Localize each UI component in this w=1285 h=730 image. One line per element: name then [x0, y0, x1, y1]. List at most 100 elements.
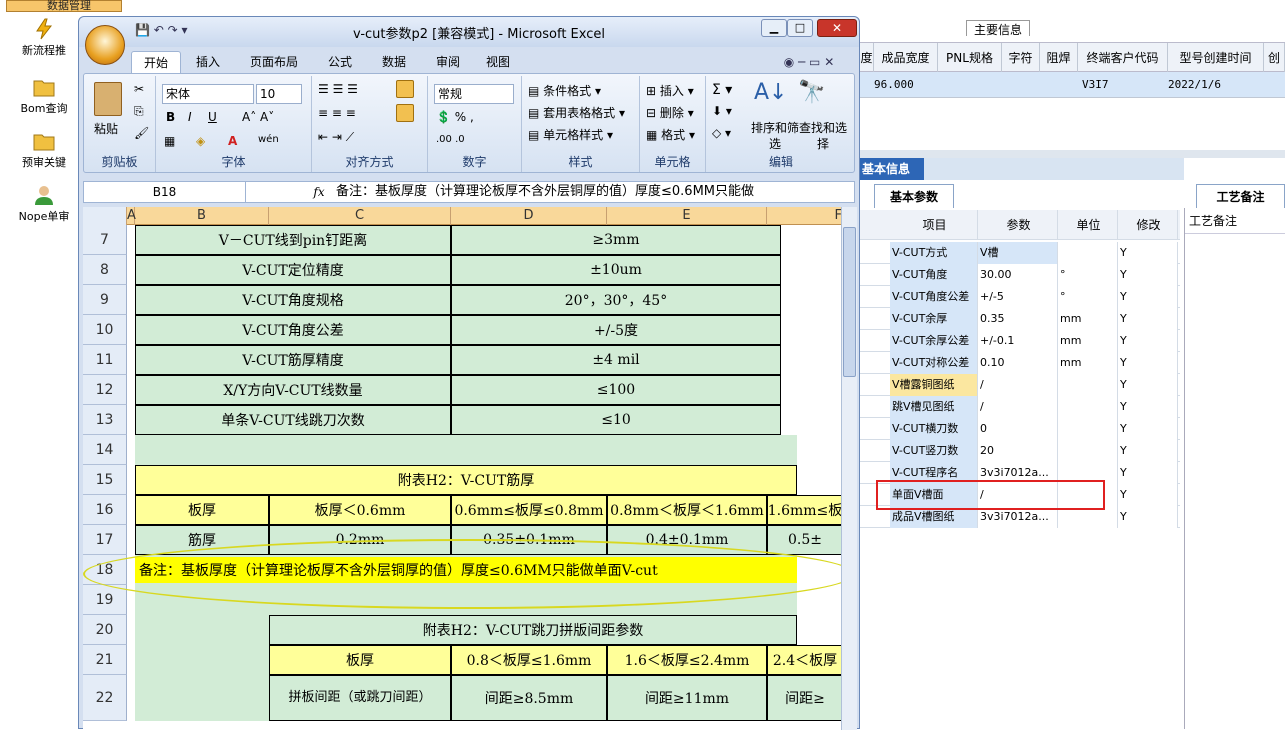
- param-value-cell[interactable]: +/-5度: [451, 315, 781, 345]
- column-header-f[interactable]: F: [767, 207, 841, 225]
- format-button[interactable]: ▦ 格式 ▾: [646, 126, 695, 143]
- cell-style-button[interactable]: ▤ 单元格样式 ▾: [528, 126, 613, 143]
- column-header[interactable]: 度: [860, 43, 874, 73]
- row-header[interactable]: 21: [83, 645, 127, 675]
- table-header-cell[interactable]: 0.8mm＜板厚＜1.6mm: [607, 495, 767, 525]
- table-title-cell[interactable]: 附表H2：V-CUT跳刀拼版间距参数: [269, 615, 797, 645]
- sort-filter-button[interactable]: 排序和筛选: [750, 120, 800, 152]
- row-header[interactable]: 9: [83, 285, 127, 315]
- param-label-cell[interactable]: V-CUT角度公差: [135, 315, 451, 345]
- param-label-cell[interactable]: V－CUT线到pin钉距离: [135, 225, 451, 255]
- wrap-text-icon[interactable]: [396, 80, 414, 98]
- font-color-icon[interactable]: A: [228, 134, 237, 148]
- param-value-cell[interactable]: ≤100: [451, 375, 781, 405]
- column-header-a[interactable]: A: [127, 207, 136, 225]
- panel-splitter[interactable]: [860, 150, 1285, 158]
- column-header[interactable]: 成品宽度: [874, 43, 938, 73]
- border-icon[interactable]: ▦: [164, 134, 175, 148]
- table-row[interactable]: 跳V槽见图纸 / Y: [860, 396, 1180, 418]
- table-row[interactable]: V-CUT方式 V槽 Y: [860, 242, 1180, 264]
- bold-icon[interactable]: B: [166, 110, 175, 124]
- clear-icon[interactable]: ◇ ▾: [712, 126, 731, 140]
- table-row[interactable]: V-CUT余厚 0.35 mm Y: [860, 308, 1180, 330]
- table-title-cell[interactable]: 附表H2：V-CUT筋厚: [135, 465, 797, 495]
- font-name-select[interactable]: 宋体: [162, 84, 254, 104]
- tab-review[interactable]: 审阅: [425, 51, 471, 73]
- percent-icon[interactable]: 💲 % ,: [436, 110, 474, 124]
- underline-icon[interactable]: U: [208, 110, 217, 124]
- main-info-row[interactable]: 96.000 V3I7 2022/1/6: [860, 72, 1285, 98]
- paste-icon[interactable]: [94, 82, 122, 116]
- tab-data[interactable]: 数据: [371, 51, 417, 73]
- column-header-d[interactable]: D: [451, 207, 607, 225]
- insert-function-icon[interactable]: fx: [304, 182, 334, 202]
- param-value-cell[interactable]: ≤10: [451, 405, 781, 435]
- scrollbar-thumb[interactable]: [843, 227, 856, 377]
- copy-icon[interactable]: ⎘: [134, 104, 144, 119]
- row-header[interactable]: 19: [83, 585, 127, 615]
- param-label-cell[interactable]: X/Y方向V-CUT线数量: [135, 375, 451, 405]
- tab-home[interactable]: 开始: [131, 51, 181, 73]
- column-header-c[interactable]: C: [269, 207, 451, 225]
- row-header[interactable]: 12: [83, 375, 127, 405]
- table-format-button[interactable]: ▤ 套用表格格式 ▾: [528, 104, 625, 121]
- worksheet[interactable]: A B C D E F 7 V－CUT线到pin钉距离 ≥3mm 8 V-CUT定位精度…: [83, 207, 841, 730]
- align-left-icon[interactable]: ≡ ≡ ≡: [318, 106, 356, 120]
- column-header[interactable]: 终端客户代码: [1078, 43, 1168, 73]
- tab-basic-params[interactable]: 基本参数: [874, 184, 954, 208]
- row-header[interactable]: 7: [83, 225, 127, 255]
- tab-craft-notes[interactable]: 工艺备注: [1196, 184, 1285, 208]
- table-header-cell[interactable]: 板厚: [269, 645, 451, 675]
- table-row[interactable]: V-CUT角度 30.00 ° Y: [860, 264, 1180, 286]
- table-row[interactable]: V-CUT竖刀数 20 Y: [860, 440, 1180, 462]
- close-button[interactable]: ✕: [817, 19, 857, 37]
- tab-view[interactable]: 视图: [475, 51, 521, 73]
- param-label-cell[interactable]: V-CUT角度规格: [135, 285, 451, 315]
- vertical-scrollbar[interactable]: [841, 207, 857, 730]
- tab-page-layout[interactable]: 页面布局: [239, 51, 309, 73]
- param-value-cell[interactable]: ±10um: [451, 255, 781, 285]
- column-header[interactable]: 项目: [890, 210, 978, 240]
- fill-icon[interactable]: ⬇ ▾: [712, 104, 732, 118]
- column-header-b[interactable]: B: [135, 207, 269, 225]
- delete-button[interactable]: ⊟ 删除 ▾: [646, 104, 694, 121]
- row-header[interactable]: 14: [83, 435, 127, 465]
- table-value-cell[interactable]: 拼板间距（或跳刀间距）: [269, 675, 451, 721]
- table-header-cell[interactable]: 板厚: [135, 495, 269, 525]
- minimize-button[interactable]: ▁: [761, 19, 787, 37]
- excel-titlebar[interactable]: v-cut参数p2 [兼容模式] - Microsoft Excel ▁ □ ✕…: [79, 17, 859, 47]
- table-value-cell[interactable]: 筋厚: [135, 525, 269, 555]
- param-value-cell[interactable]: ≥3mm: [451, 225, 781, 255]
- column-header[interactable]: 阻焊: [1040, 43, 1078, 73]
- help-icon[interactable]: ◉ ─ ▭ ✕: [769, 51, 849, 73]
- nav-item-new-flow[interactable]: 新流程推: [4, 18, 84, 58]
- table-header-cell[interactable]: 1.6mm≤板: [767, 495, 841, 525]
- param-value-cell[interactable]: 20°，30°，45°: [451, 285, 781, 315]
- table-header-cell[interactable]: 板厚＜0.6mm: [269, 495, 451, 525]
- decimal-icon[interactable]: .00 .0: [436, 134, 465, 145]
- column-header[interactable]: 修改: [1118, 210, 1178, 240]
- column-header-e[interactable]: E: [607, 207, 767, 225]
- autosum-icon[interactable]: Σ ▾: [712, 82, 732, 98]
- column-header[interactable]: 参数: [978, 210, 1058, 240]
- param-label-cell[interactable]: V-CUT定位精度: [135, 255, 451, 285]
- table-value-cell[interactable]: 0.35±0.1mm: [451, 525, 607, 555]
- row-header[interactable]: 11: [83, 345, 127, 375]
- table-header-cell[interactable]: 1.6＜板厚≤2.4mm: [607, 645, 767, 675]
- table-value-cell[interactable]: 间距≥8.5mm: [451, 675, 607, 721]
- column-header[interactable]: 字符: [1002, 43, 1040, 73]
- param-value-cell[interactable]: ±4 mil: [451, 345, 781, 375]
- cut-icon[interactable]: ✂: [134, 82, 144, 96]
- align-top-icon[interactable]: ☰ ☰ ☰: [318, 82, 358, 96]
- maximize-button[interactable]: □: [787, 19, 813, 37]
- param-label-cell[interactable]: V-CUT筋厚精度: [135, 345, 451, 375]
- row-header[interactable]: 13: [83, 405, 127, 435]
- grow-font-icon[interactable]: A˄ A˅: [242, 110, 274, 124]
- row-header[interactable]: 8: [83, 255, 127, 285]
- fill-color-icon[interactable]: ◈: [196, 134, 205, 148]
- column-header[interactable]: 创: [1264, 43, 1285, 73]
- row-header[interactable]: 22: [83, 675, 127, 721]
- nav-tab-data-management[interactable]: 数据管理: [6, 0, 122, 12]
- table-value-cell[interactable]: 间距≥: [767, 675, 841, 721]
- nav-item-nope[interactable]: Nope单审: [4, 184, 84, 224]
